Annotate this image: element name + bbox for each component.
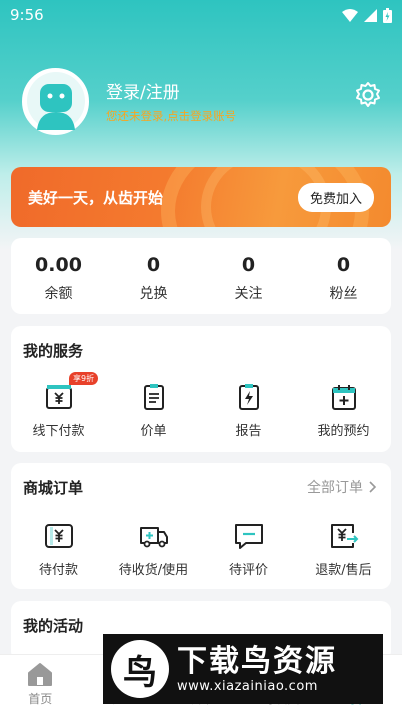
order-refund[interactable]: 退款/售后 bbox=[296, 521, 391, 578]
activity-title: 我的活动 bbox=[23, 617, 84, 635]
stat-label: 关注 bbox=[234, 286, 263, 302]
services-card: 我的服务 享9折 线下付款 价单 报告 我的预约 bbox=[11, 326, 391, 452]
wifi-icon bbox=[342, 8, 358, 22]
orders-card: 商城订单 全部订单 待付款 待收货/使用 待评价 退款/售后 bbox=[11, 463, 391, 589]
stat-balance[interactable]: 0.00 余额 bbox=[11, 238, 106, 314]
offline-pay-icon bbox=[45, 385, 72, 409]
order-label: 待评价 bbox=[228, 563, 268, 578]
all-orders-label: 全部订单 bbox=[307, 480, 363, 496]
watermark-text: 下载鸟资源 www.xiazainiao.com bbox=[177, 643, 337, 694]
gear-icon[interactable] bbox=[354, 81, 382, 109]
avatar[interactable] bbox=[22, 67, 89, 135]
watermark-logo: 鸟 bbox=[111, 640, 169, 698]
price-list-icon bbox=[143, 384, 164, 410]
tab-home[interactable]: 首页 bbox=[0, 655, 80, 714]
stat-label: 兑换 bbox=[139, 286, 168, 302]
profile-text[interactable]: 登录/注册 您还未登录,点击登录账号 bbox=[106, 78, 236, 124]
battery-icon bbox=[383, 7, 392, 23]
stats-card: 0.00 余额 0 兑换 0 关注 0 粉丝 bbox=[11, 238, 391, 314]
status-icons bbox=[342, 7, 392, 23]
order-pending-payment[interactable]: 待付款 bbox=[11, 521, 106, 578]
service-label: 线下付款 bbox=[32, 424, 85, 439]
chevron-right-icon bbox=[369, 481, 377, 493]
refund-icon bbox=[330, 524, 358, 548]
home-icon bbox=[28, 663, 53, 686]
orders-grid: 待付款 待收货/使用 待评价 退款/售后 bbox=[11, 521, 391, 578]
service-label: 报告 bbox=[235, 424, 262, 439]
orders-title: 商城订单 bbox=[23, 479, 84, 497]
promo-banner[interactable]: 美好一天，从齿开始 免费加入 bbox=[11, 167, 391, 227]
pending-payment-icon bbox=[44, 524, 73, 548]
order-label: 待付款 bbox=[38, 563, 78, 578]
watermark-title: 下载鸟资源 bbox=[177, 643, 337, 679]
banner-text: 美好一天，从齿开始 bbox=[28, 188, 164, 207]
service-report[interactable]: 报告 bbox=[201, 382, 296, 439]
order-label: 退款/售后 bbox=[315, 563, 372, 578]
stat-following[interactable]: 0 关注 bbox=[201, 238, 296, 314]
free-join-button[interactable]: 免费加入 bbox=[297, 182, 374, 212]
watermark-overlay: 鸟 下载鸟资源 www.xiazainiao.com bbox=[103, 634, 383, 704]
order-pending-review[interactable]: 待评价 bbox=[201, 521, 296, 578]
stat-value: 0 bbox=[336, 254, 351, 276]
profile-section[interactable]: 登录/注册 您还未登录,点击登录账号 bbox=[22, 67, 382, 135]
status-bar: 9:56 bbox=[0, 0, 402, 30]
order-label: 待收货/使用 bbox=[118, 563, 189, 578]
signal-icon bbox=[364, 8, 377, 22]
service-label: 价单 bbox=[140, 424, 167, 439]
service-price-list[interactable]: 价单 bbox=[106, 382, 201, 439]
service-appointment[interactable]: 我的预约 bbox=[296, 382, 391, 439]
login-title[interactable]: 登录/注册 bbox=[106, 78, 236, 103]
stat-value: 0 bbox=[241, 254, 256, 276]
stat-value: 0 bbox=[146, 254, 161, 276]
report-icon bbox=[238, 384, 259, 410]
service-label: 我的预约 bbox=[317, 424, 370, 439]
login-subtitle[interactable]: 您还未登录,点击登录账号 bbox=[106, 108, 236, 124]
status-time: 9:56 bbox=[10, 6, 44, 24]
services-title: 我的服务 bbox=[23, 342, 84, 360]
stat-label: 粉丝 bbox=[329, 286, 358, 302]
pending-delivery-icon bbox=[139, 527, 168, 548]
order-pending-delivery[interactable]: 待收货/使用 bbox=[106, 521, 201, 578]
stat-followers[interactable]: 0 粉丝 bbox=[296, 238, 391, 314]
services-grid: 享9折 线下付款 价单 报告 我的预约 bbox=[11, 372, 391, 439]
stat-exchange[interactable]: 0 兑换 bbox=[106, 238, 201, 314]
stat-label: 余额 bbox=[44, 286, 73, 302]
discount-badge: 享9折 bbox=[69, 372, 99, 385]
watermark-url: www.xiazainiao.com bbox=[177, 678, 318, 694]
appointment-icon bbox=[331, 385, 356, 410]
tab-label: 首页 bbox=[28, 692, 53, 706]
all-orders-link[interactable]: 全部订单 bbox=[307, 477, 377, 497]
service-offline-pay[interactable]: 享9折 线下付款 bbox=[11, 372, 106, 439]
stat-value: 0.00 bbox=[35, 254, 82, 276]
robot-avatar-icon bbox=[26, 72, 85, 130]
pending-review-icon bbox=[234, 524, 263, 549]
